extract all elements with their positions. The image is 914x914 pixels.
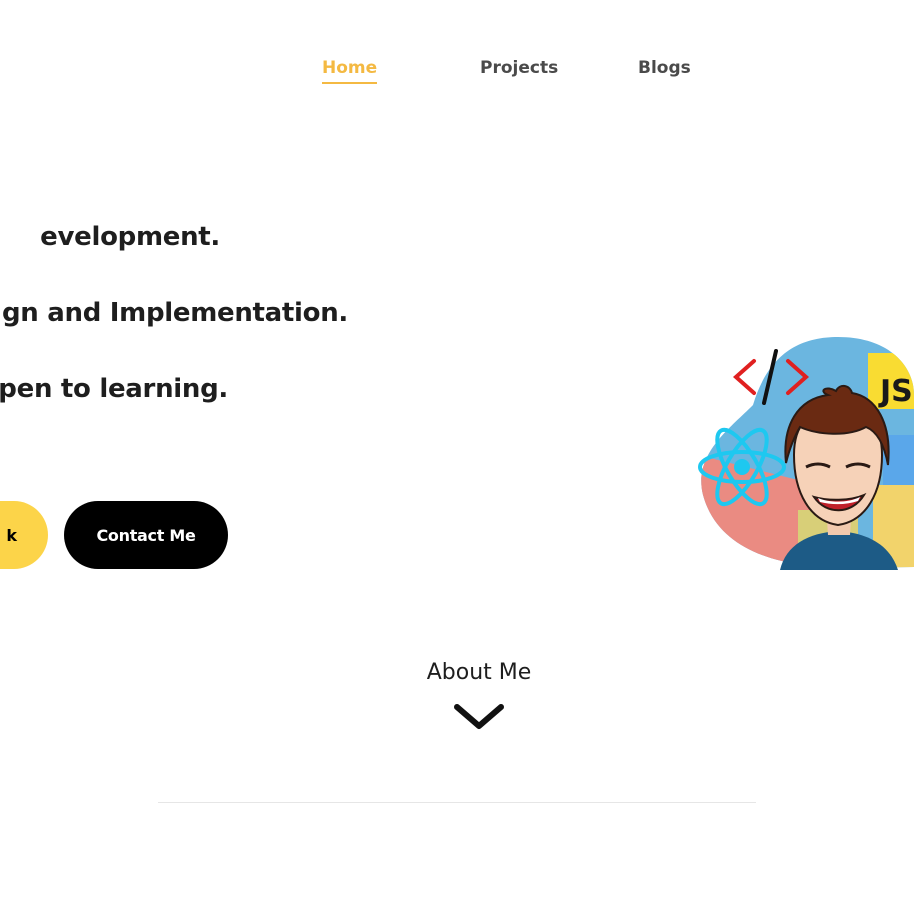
chevron-down-icon[interactable] [452,700,506,732]
page: Home Projects Blogs evelopment. gn and I… [0,0,914,914]
work-button-label: k [6,525,17,545]
hero-line-3: open to learning. [0,374,228,404]
hero-line-2: gn and Implementation. [1,298,348,328]
nav-home[interactable]: Home [322,57,378,84]
about-me-heading[interactable]: About Me [0,660,914,685]
developer-avatar: JS [698,337,914,570]
work-button[interactable]: k [0,501,48,569]
nav-projects[interactable]: Projects [480,57,558,79]
contact-me-label: Contact Me [96,525,196,545]
js-badge-text: JS [878,374,913,409]
nav-blogs[interactable]: Blogs [638,57,691,79]
contact-me-button[interactable]: Contact Me [64,501,228,569]
hero-line-1: evelopment. [40,222,220,252]
section-divider [158,802,756,803]
